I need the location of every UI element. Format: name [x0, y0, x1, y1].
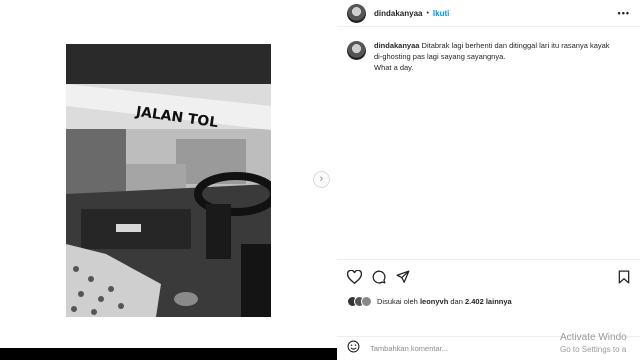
post-photo-image: JALAN TOL	[66, 44, 271, 317]
caption-username[interactable]: dindakanyaa	[374, 41, 419, 50]
post-header: dindakanyaa • Ikuti •••	[337, 0, 640, 27]
emoji-icon[interactable]	[347, 340, 360, 358]
caption-line2: What a day.	[374, 63, 414, 72]
avatar[interactable]	[347, 3, 366, 23]
likes-count[interactable]: 2.402 lainnya	[465, 297, 512, 306]
header-username[interactable]: dindakanyaa	[374, 9, 422, 18]
comment-icon[interactable]	[372, 270, 386, 284]
heart-icon[interactable]	[347, 270, 362, 284]
liker-avatar	[361, 296, 372, 307]
likes-text: Disukai oleh leonyvh dan 2.402 lainnya	[377, 297, 512, 306]
likes-user[interactable]: leonyvh	[420, 297, 448, 306]
paper-plane-icon[interactable]	[396, 270, 410, 284]
caption: dindakanyaa Ditabrak lagi berhenti dan d…	[374, 40, 619, 73]
divider	[337, 259, 640, 260]
action-bar	[347, 270, 410, 284]
post-sidebar: dindakanyaa • Ikuti ••• dindakanyaa Dita…	[337, 0, 640, 360]
post-photo[interactable]: JALAN TOL	[66, 44, 271, 317]
media-pane: JALAN TOL ›	[0, 0, 337, 348]
carousel-next-button[interactable]: ›	[313, 171, 330, 188]
comment-input[interactable]: Tambahkan komentar...	[370, 344, 448, 353]
follow-button[interactable]: Ikuti	[433, 9, 449, 18]
likes-conjunction: dan	[450, 297, 463, 306]
caption-avatar[interactable]	[347, 41, 366, 60]
caption-row: dindakanyaa Ditabrak lagi berhenti dan d…	[347, 40, 632, 73]
bookmark-icon[interactable]	[618, 270, 630, 289]
windows-activation-watermark: Activate Windo Go to Settings to a	[560, 332, 627, 356]
more-options-icon[interactable]: •••	[618, 8, 630, 18]
likes-prefix: Disukai oleh	[377, 297, 418, 306]
likes-summary: Disukai oleh leonyvh dan 2.402 lainnya	[347, 296, 512, 307]
watermark-line2: Go to Settings to a	[560, 345, 627, 354]
separator-dot: •	[426, 9, 429, 17]
watermark-line1: Activate Windo	[560, 332, 627, 343]
